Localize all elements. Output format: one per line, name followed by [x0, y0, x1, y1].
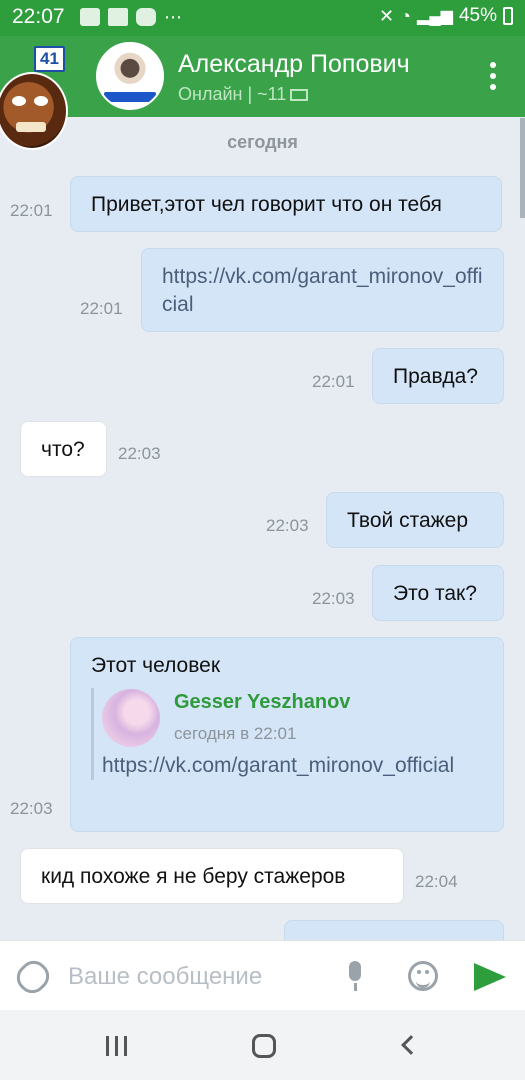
message-text: Твой стажер — [347, 509, 469, 532]
message-time: 22:03 — [10, 799, 53, 818]
message-bubble[interactable]: Привет,этот чел говорит что он тебя — [70, 176, 502, 232]
chat-header: Александр Попович Онлайн | ~11 — [0, 36, 525, 117]
status-right: ✕ ◔ ▂▄▆ 45% — [379, 5, 513, 27]
notification-icons: ⋯ — [80, 8, 182, 26]
message-text: что? — [41, 438, 85, 461]
contact-status-text: Онлайн | ~11 — [178, 84, 287, 104]
message-bubble[interactable]: Правда? — [372, 348, 504, 404]
message-text: кид похоже я не беру стажеров — [41, 865, 346, 888]
mic-icon[interactable] — [344, 961, 366, 993]
message-bubble[interactable]: что? — [20, 421, 107, 477]
forwarded-avatar[interactable] — [102, 689, 160, 747]
signal-icon: ▂▄▆ — [417, 8, 453, 25]
message-time: 22:04 — [415, 872, 458, 891]
status-bar: 22:07 ⋯ ✕ ◔ ▂▄▆ 45% — [0, 0, 525, 36]
forwarded-link[interactable]: https://vk.com/garant_mironov_official — [102, 752, 483, 780]
mute-icon: ✕ — [379, 5, 395, 26]
unread-badge: 41 — [34, 46, 65, 72]
message-text: Это так? — [393, 582, 477, 605]
back-icon[interactable] — [401, 1035, 421, 1055]
forwarded-message[interactable]: Gesser Yeszhanov сегодня в 22:01 https:/… — [91, 688, 483, 780]
more-notifications-icon: ⋯ — [164, 7, 182, 27]
message-bubble[interactable]: Это так? — [372, 565, 504, 621]
message-link[interactable]: https://vk.com/garant_mironov_official — [162, 265, 483, 316]
menu-icon[interactable] — [489, 62, 497, 90]
attach-icon[interactable] — [11, 955, 55, 999]
message-bubble[interactable]: Этот человек Gesser Yeszhanov сегодня в … — [70, 637, 504, 832]
message-bubble[interactable]: Твой стажер — [326, 492, 504, 548]
battery-text: 45% — [458, 5, 497, 26]
contact-status: Онлайн | ~11 — [178, 84, 309, 105]
send-icon[interactable] — [474, 963, 506, 991]
gallery-icon — [108, 8, 128, 26]
battery-icon — [503, 7, 513, 25]
message-time: 22:01 — [80, 299, 123, 318]
emoji-icon[interactable] — [408, 961, 438, 991]
contact-avatar[interactable] — [96, 42, 164, 110]
home-icon[interactable] — [252, 1034, 276, 1058]
message-input-bar: Ваше сообщение — [0, 940, 525, 1010]
message-input[interactable]: Ваше сообщение — [68, 963, 262, 991]
forwarded-header: Gesser Yeszhanov сегодня в 22:01 — [102, 688, 483, 748]
notification-icon — [80, 8, 100, 26]
mail-icon — [290, 88, 309, 101]
message-time: 22:03 — [312, 589, 355, 608]
message-time: 22:03 — [118, 444, 161, 463]
message-time: 22:01 — [10, 201, 53, 220]
message-text: Этот человек — [91, 654, 221, 677]
date-separator: сегодня — [227, 132, 298, 152]
message-bubble[interactable]: https://vk.com/garant_mironov_official — [141, 248, 504, 332]
message-text: Правда? — [393, 365, 478, 388]
status-time: 22:07 — [12, 5, 65, 28]
recent-apps-icon[interactable] — [106, 1036, 128, 1056]
message-time: 22:01 — [312, 372, 355, 391]
forwarded-date: сегодня в 22:01 — [174, 724, 297, 743]
message-time: 22:03 — [266, 516, 309, 535]
wifi-icon: ◔ — [400, 5, 412, 26]
system-nav-bar — [0, 1010, 525, 1080]
message-text: Привет,этот чел говорит что он тебя — [91, 193, 442, 216]
discord-icon — [136, 8, 156, 26]
forwarded-author[interactable]: Gesser Yeszhanov — [174, 688, 350, 716]
message-bubble[interactable]: кид похоже я не беру стажеров — [20, 848, 404, 904]
contact-name[interactable]: Александр Попович — [178, 50, 410, 79]
